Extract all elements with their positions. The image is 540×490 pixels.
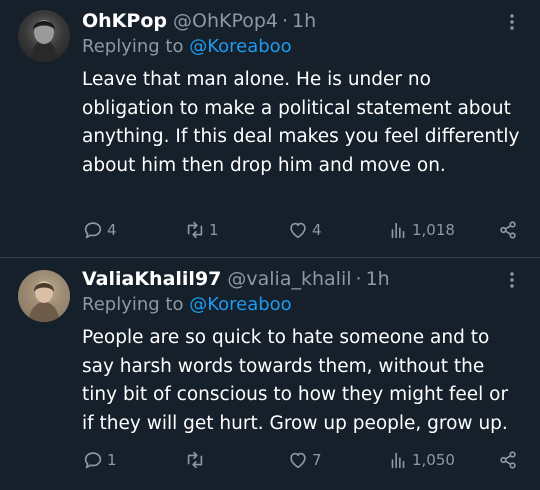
retweet-count: 1: [209, 221, 219, 239]
tweet-header: ValiaKhalil97 @valia_khalil · 1h: [82, 266, 390, 292]
retweet-icon: [187, 451, 203, 469]
reply-count: 4: [107, 221, 117, 239]
action-bar: 4 1 4 1,018: [82, 218, 522, 242]
tweet[interactable]: OhKPop @OhKPop4 · 1h Replying to @Koreab…: [0, 0, 540, 257]
user-handle[interactable]: @OhKPop4: [173, 10, 278, 32]
like-count: 4: [312, 221, 322, 239]
reply-icon: [84, 222, 102, 239]
share-button[interactable]: [497, 448, 522, 472]
avatar[interactable]: [18, 10, 70, 62]
retweet-icon: [187, 221, 203, 239]
retweet-button[interactable]: [184, 448, 209, 472]
share-icon: [500, 221, 516, 239]
separator: ·: [355, 268, 362, 290]
like-icon: [290, 222, 306, 239]
display-name[interactable]: ValiaKhalil97: [82, 268, 221, 290]
user-handle[interactable]: @valia_khalil: [227, 268, 351, 290]
avatar[interactable]: [18, 270, 70, 322]
reply-icon: [84, 452, 102, 469]
replying-to-label: Replying to: [82, 36, 184, 57]
more-icon[interactable]: [502, 270, 522, 290]
reply-button[interactable]: 1: [82, 448, 117, 472]
views-button[interactable]: 1,018: [387, 218, 455, 242]
reply-count: 1: [107, 451, 117, 469]
tweet[interactable]: ValiaKhalil97 @valia_khalil · 1h Replyin…: [0, 258, 540, 490]
tweet-header: OhKPop @OhKPop4 · 1h: [82, 8, 316, 34]
like-button[interactable]: 4: [287, 218, 322, 242]
mention-link[interactable]: @Koreaboo: [189, 294, 291, 315]
share-button[interactable]: [497, 218, 522, 242]
like-button[interactable]: 7: [287, 448, 322, 472]
replying-to-label: Replying to: [82, 294, 184, 315]
mention-link[interactable]: @Koreaboo: [189, 36, 291, 57]
like-icon: [290, 452, 306, 469]
timestamp[interactable]: 1h: [366, 268, 390, 290]
separator: ·: [282, 10, 289, 32]
timestamp[interactable]: 1h: [292, 10, 316, 32]
retweet-button[interactable]: 1: [184, 218, 219, 242]
action-bar: 1 7 1,050: [82, 448, 522, 472]
tweet-text: People are so quick to hate someone and …: [82, 327, 509, 434]
views-icon: [391, 452, 405, 469]
tweet-text: Leave that man alone. He is under no obl…: [82, 69, 520, 176]
views-icon: [391, 222, 405, 239]
display-name[interactable]: OhKPop: [82, 10, 167, 32]
more-icon[interactable]: [502, 12, 522, 32]
view-count: 1,050: [412, 451, 455, 469]
replying-to: Replying to @Koreaboo: [82, 36, 292, 57]
reply-button[interactable]: 4: [82, 218, 117, 242]
like-count: 7: [312, 451, 322, 469]
view-count: 1,018: [412, 221, 455, 239]
views-button[interactable]: 1,050: [387, 448, 455, 472]
share-icon: [500, 451, 516, 469]
replying-to: Replying to @Koreaboo: [82, 294, 292, 315]
